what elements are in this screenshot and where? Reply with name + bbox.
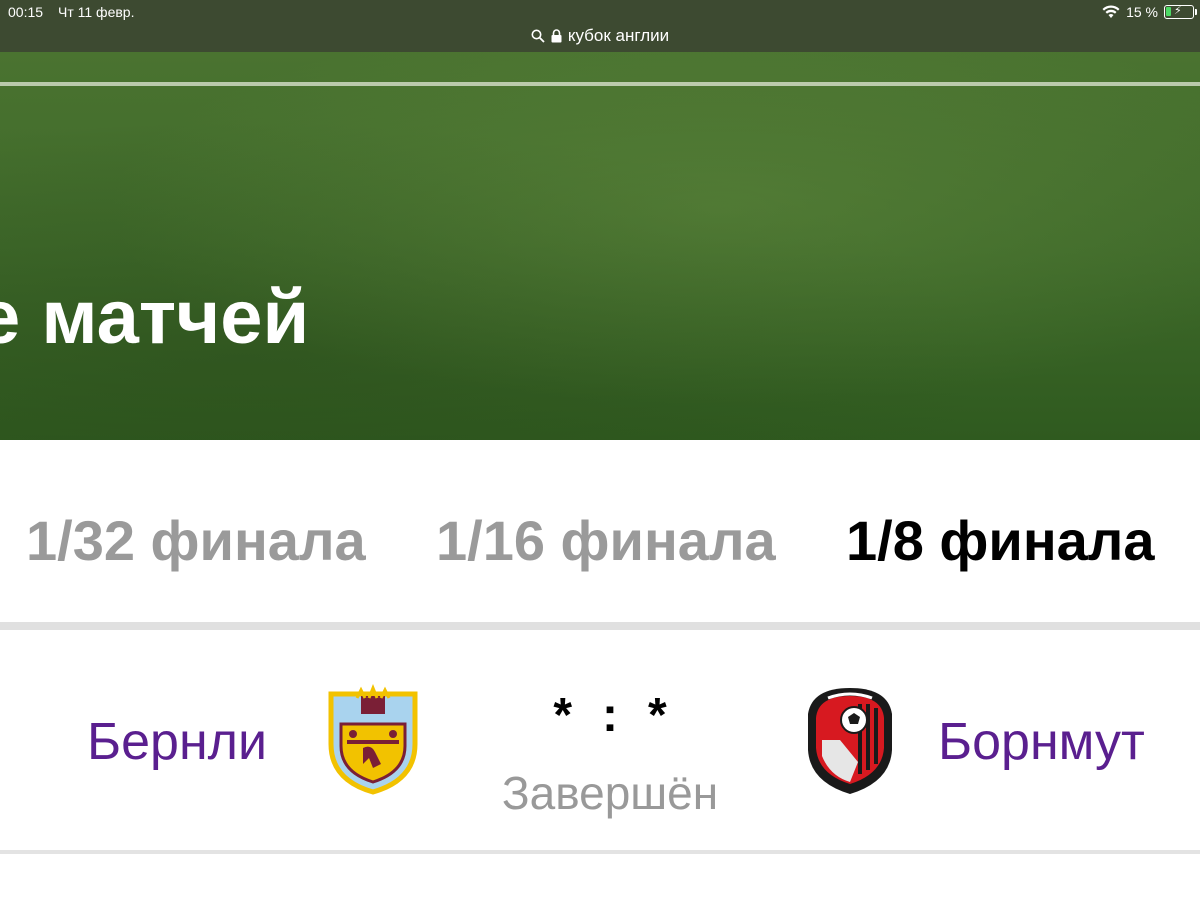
- battery-icon: ⚡: [1164, 5, 1197, 19]
- status-date: Чт 11 февр.: [58, 4, 135, 20]
- home-score: *: [553, 689, 572, 742]
- search-icon: [531, 29, 545, 43]
- round-tabs: 1/32 финала 1/16 финала 1/8 финала: [0, 440, 1200, 622]
- battery-percent: 15 %: [1126, 4, 1158, 20]
- match-row[interactable]: Бернли *: * Завершён Борнмут: [0, 630, 1200, 850]
- match-status: Завершён: [501, 767, 719, 819]
- score-separator: :: [602, 689, 618, 742]
- wifi-icon: [1102, 5, 1120, 18]
- address-text: кубок англии: [567, 26, 670, 45]
- hero-banner: е матчей: [0, 52, 1200, 440]
- status-time: 00:15: [8, 4, 44, 20]
- status-bar: 00:15 Чт 11 февр. 15 % ⚡ кубок англии: [0, 0, 1200, 52]
- away-team-name[interactable]: Борнмут: [938, 712, 1145, 772]
- away-score: *: [647, 689, 667, 742]
- match-score: *: *: [500, 688, 720, 743]
- address-bar[interactable]: кубок англии: [0, 24, 1200, 48]
- lock-icon: [551, 29, 562, 43]
- bournemouth-crest-icon: [808, 688, 892, 794]
- divider: [0, 622, 1200, 630]
- status-indicators: 15 % ⚡: [1102, 4, 1197, 20]
- divider: [0, 850, 1200, 854]
- tab-round-16[interactable]: 1/16 финала: [436, 508, 776, 573]
- tab-round-8[interactable]: 1/8 финала: [846, 508, 1155, 573]
- pitch-line: [0, 82, 1200, 86]
- burnley-crest-icon: [328, 684, 418, 795]
- tab-round-32[interactable]: 1/32 финала: [26, 508, 366, 573]
- home-team-name[interactable]: Бернли: [87, 712, 267, 772]
- page-title: е матчей: [0, 275, 310, 360]
